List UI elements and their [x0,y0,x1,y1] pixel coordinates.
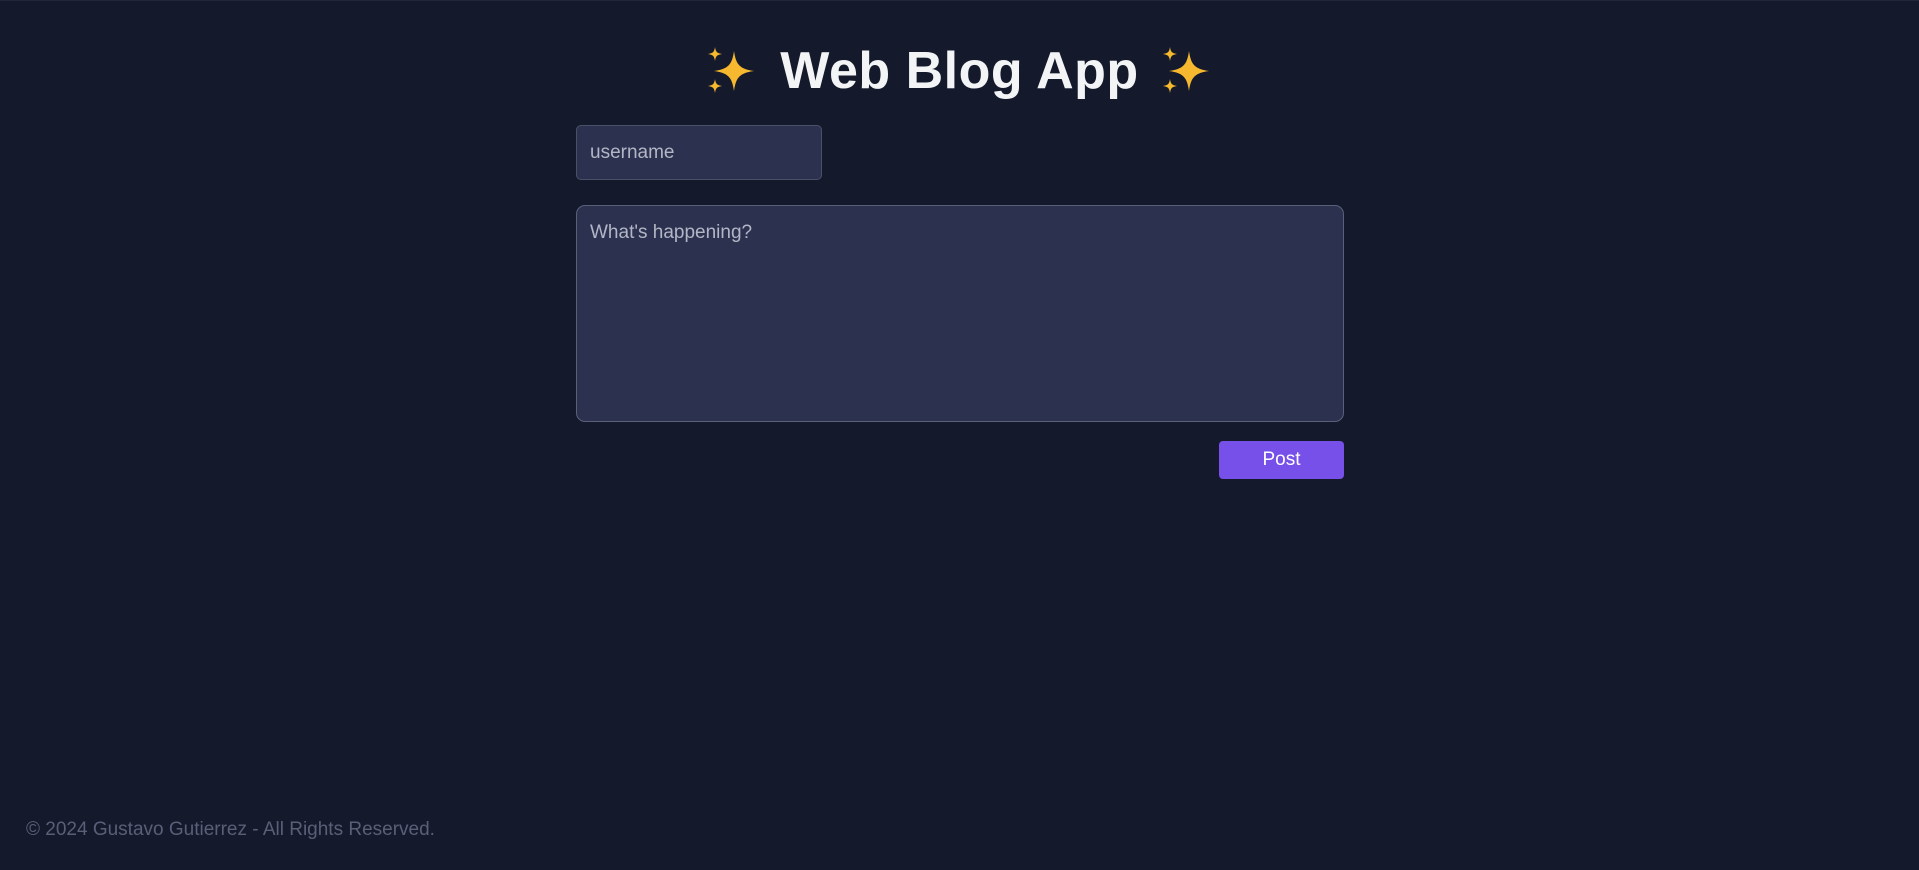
page-title: Web Blog App [780,42,1139,100]
post-button[interactable]: Post [1219,441,1344,479]
username-input[interactable] [576,125,822,180]
page-header: Web Blog App [0,39,1919,103]
sparkles-icon [708,47,755,93]
post-content-textarea[interactable] [576,205,1344,422]
footer-copyright: © 2024 Gustavo Gutierrez - All Rights Re… [26,819,435,840]
sparkles-icon [1162,47,1209,93]
